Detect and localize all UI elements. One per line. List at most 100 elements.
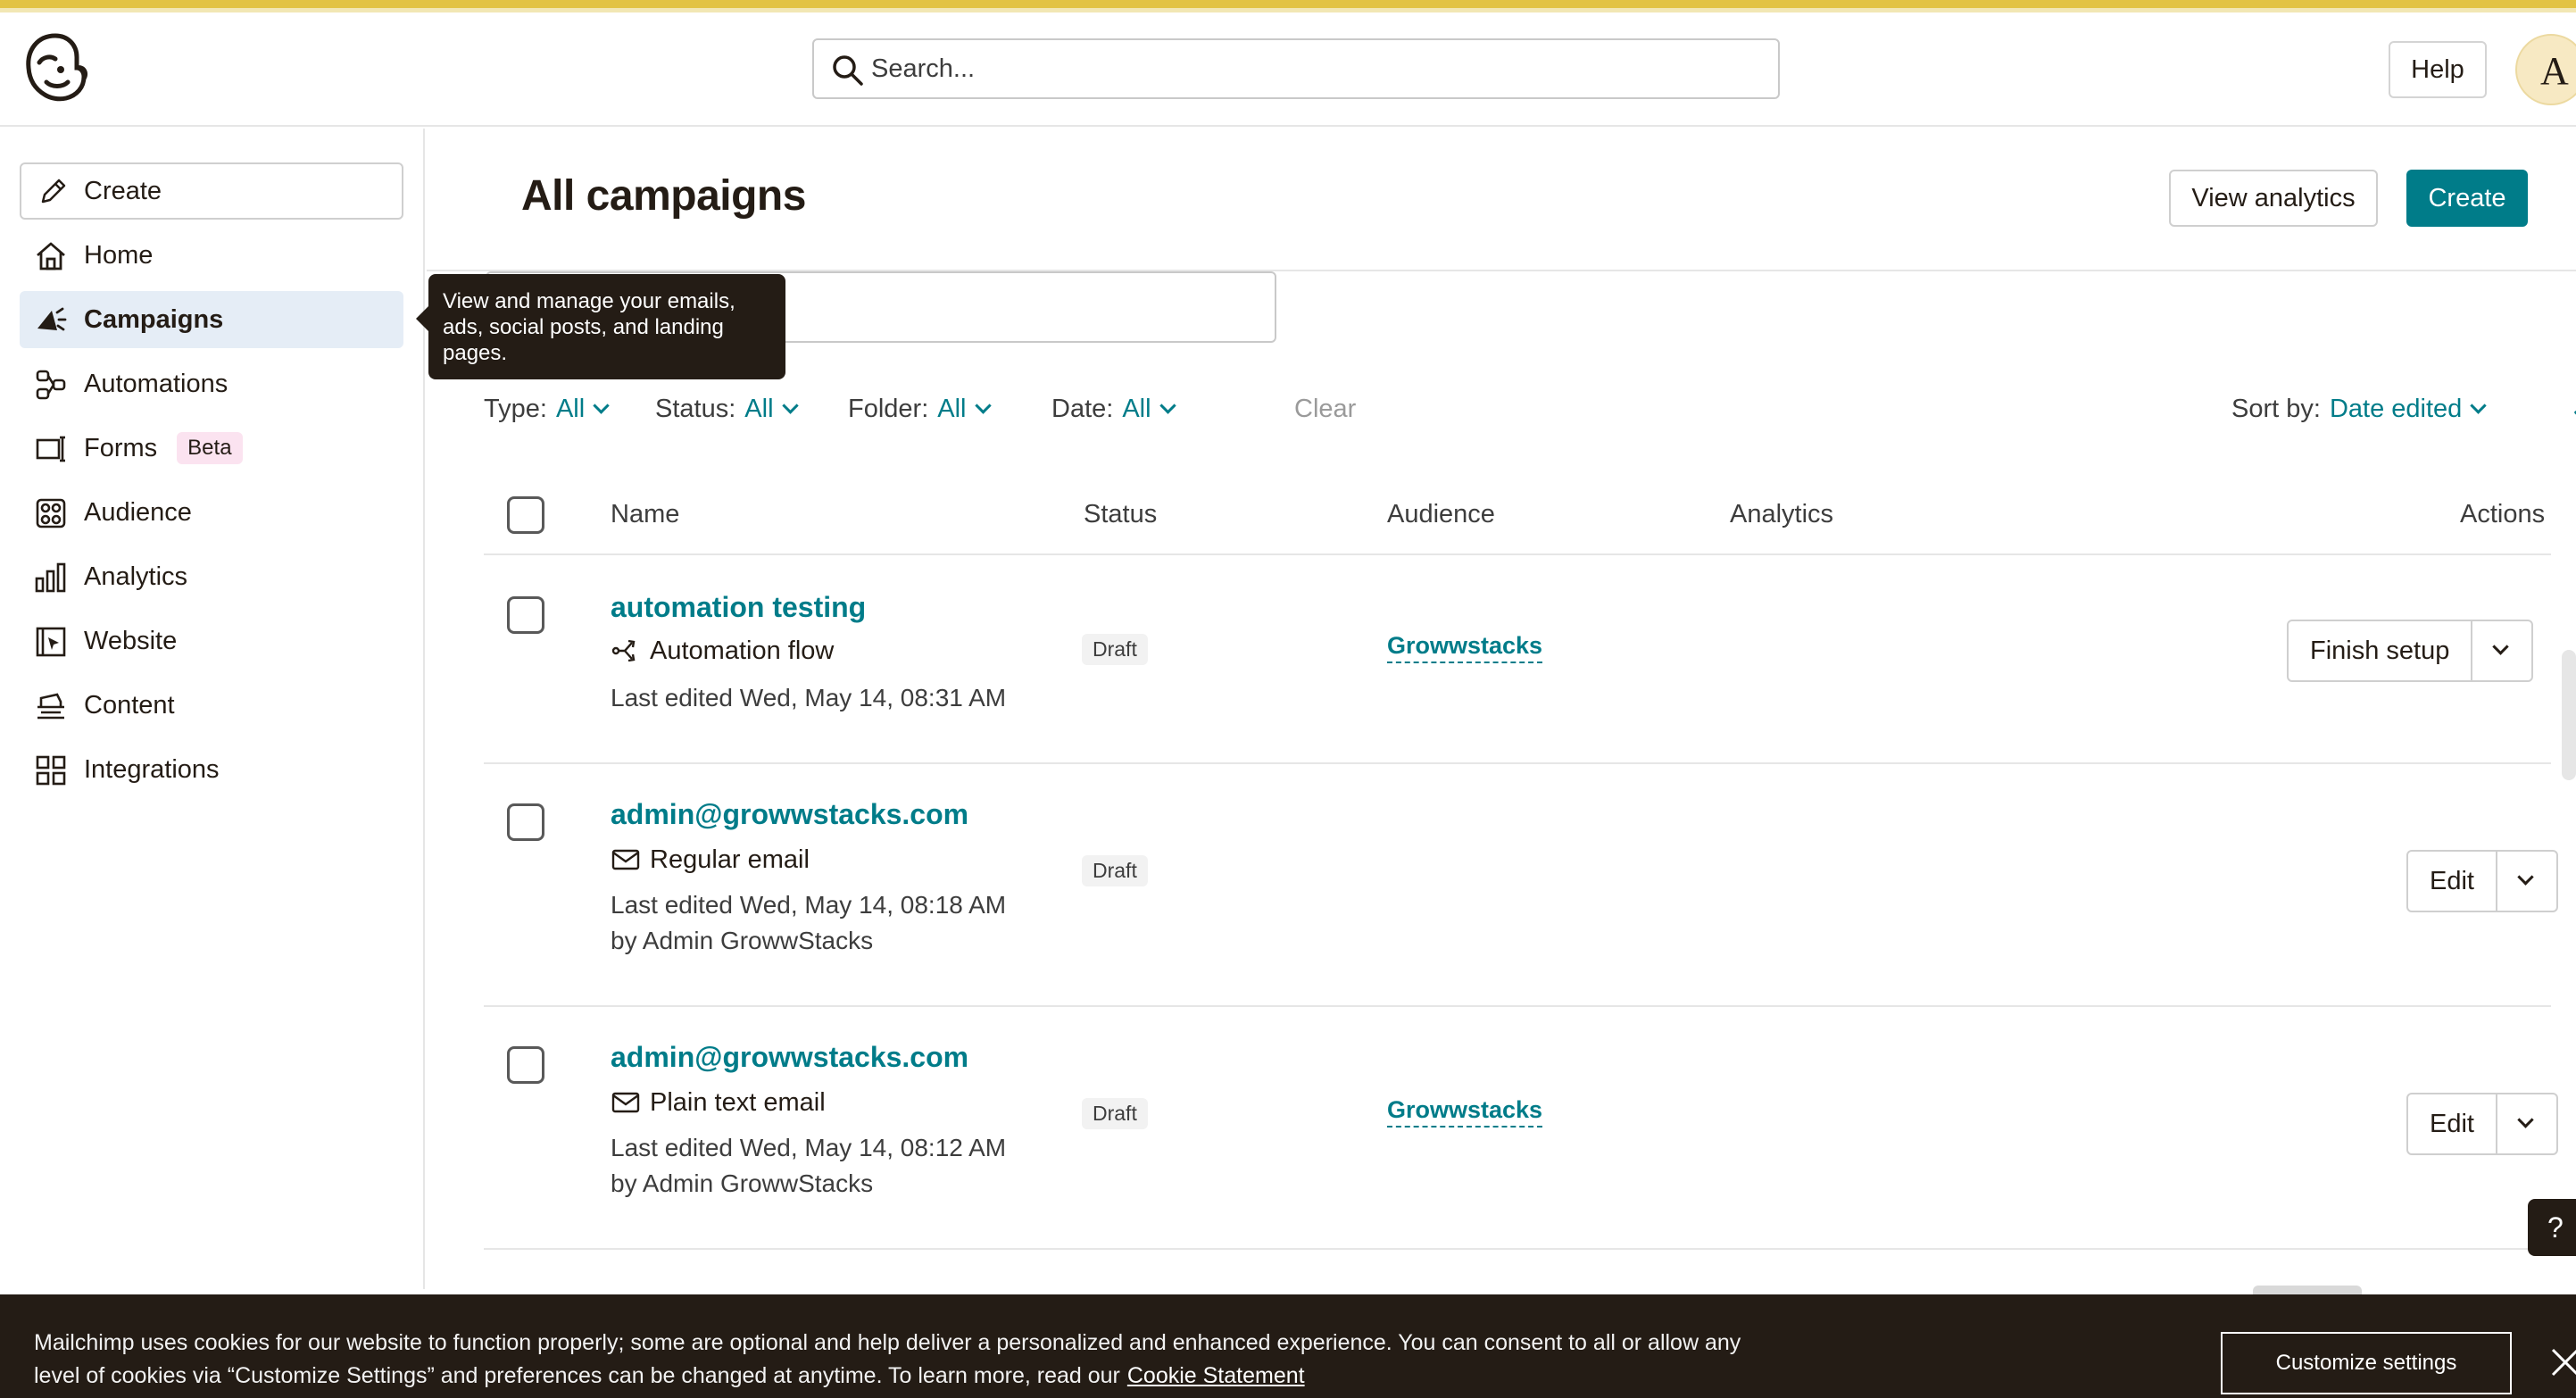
campaign-last-edited-date: Last edited Wed, May 14, 08:18 AM: [611, 891, 1007, 919]
content-icon: [37, 693, 64, 720]
audience-link[interactable]: Growwstacks: [1387, 632, 1543, 663]
view-analytics-button[interactable]: View analytics: [2169, 170, 2378, 227]
campaign-last-edited: Last edited Wed, May 14, 08:18 AM by Adm…: [611, 887, 1006, 959]
integrations-icon: [36, 755, 66, 786]
envelope-icon: [611, 1092, 640, 1113]
campaign-last-edited: Last edited Wed, May 14, 08:31 AM: [611, 684, 1007, 711]
folder-filter[interactable]: Folder: All: [848, 395, 992, 424]
create-campaign-button[interactable]: Create: [2406, 170, 2528, 227]
more-actions-button[interactable]: [2472, 621, 2531, 680]
table-row: admin@growwstacks.com Regular email Last…: [484, 764, 2558, 1007]
clear-filters-button[interactable]: Clear: [1294, 395, 1356, 424]
campaign-last-edited: Last edited Wed, May 14, 08:12 AM by Adm…: [611, 1130, 1006, 1202]
table-row: automation testing Automation flow Last …: [484, 555, 2551, 764]
sidebar-item-label: Campaigns: [84, 304, 224, 334]
type-filter[interactable]: Type: All: [484, 395, 610, 424]
more-actions-button[interactable]: [2497, 852, 2556, 911]
avatar[interactable]: A: [2515, 34, 2576, 105]
sidebar-item-label: Forms: [84, 433, 158, 462]
edit-button[interactable]: Edit: [2408, 1094, 2497, 1153]
sidebar-item-automations[interactable]: Automations: [20, 355, 403, 412]
cookie-message: Mailchimp uses cookies for our website t…: [34, 1330, 1741, 1388]
sort-by-control[interactable]: Sort by: Date edited: [2231, 395, 2487, 424]
status-badge: Draft: [1082, 1098, 1148, 1129]
filter-bar: Type: All Status: All Folder: All Date: All …: [484, 395, 2576, 430]
column-actions: Actions: [2460, 500, 2546, 528]
status-filter[interactable]: Status: All: [655, 395, 799, 424]
sidebar-item-label: Analytics: [84, 562, 188, 591]
row-actions: Finish setup: [2287, 620, 2534, 682]
sidebar-item-label: Website: [84, 626, 178, 655]
brand-stripe: [0, 0, 2576, 12]
search-icon: [833, 55, 863, 86]
sidebar-item-campaigns[interactable]: Campaigns: [20, 291, 403, 348]
finish-setup-button[interactable]: Finish setup: [2289, 621, 2473, 680]
status-filter-label: Status:: [655, 395, 736, 423]
cookie-banner: Mailchimp uses cookies for our website t…: [0, 1294, 2576, 1398]
audience-link[interactable]: Growwstacks: [1387, 1096, 1543, 1128]
sidebar-item-label: Home: [84, 240, 154, 270]
sidebar-item-label: Content: [84, 690, 175, 720]
campaign-type-label: Regular email: [650, 845, 810, 874]
sidebar-item-home[interactable]: Home: [20, 227, 403, 284]
date-filter-label: Date:: [1051, 395, 1114, 423]
campaign-type: Automation flow: [611, 636, 834, 666]
chevron-down-icon: [2517, 1111, 2534, 1128]
column-status: Status: [1084, 500, 1158, 528]
close-icon[interactable]: [2547, 1344, 2576, 1380]
campaign-type-label: Plain text email: [650, 1087, 826, 1117]
global-search[interactable]: [812, 38, 1780, 99]
campaigns-table: Name Status Audience Analytics Actions a…: [484, 477, 2558, 1250]
table-header: Name Status Audience Analytics Actions: [484, 477, 2551, 555]
sidebar-item-integrations[interactable]: Integrations: [20, 741, 403, 798]
type-filter-label: Type:: [484, 395, 547, 423]
search-input[interactable]: [871, 47, 1764, 90]
sort-direction-icon[interactable]: [2567, 393, 2576, 429]
sidebar-item-label: Automations: [84, 369, 229, 398]
row-checkbox[interactable]: [507, 803, 544, 841]
chevron-down-icon: [593, 397, 610, 414]
sidebar: Create Home Campaigns Automations Forms …: [0, 129, 425, 1289]
date-filter[interactable]: Date: All: [1051, 395, 1176, 424]
megaphone-icon: [37, 307, 67, 331]
row-checkbox[interactable]: [507, 596, 544, 634]
campaign-type: Regular email: [611, 845, 810, 875]
sidebar-item-analytics[interactable]: Analytics: [20, 548, 403, 605]
chevron-down-icon: [974, 397, 992, 414]
automation-flow-icon: [611, 639, 636, 662]
page-title: All campaigns: [521, 172, 806, 220]
sort-by-label: Sort by:: [2231, 395, 2321, 423]
column-analytics: Analytics: [1730, 500, 1834, 528]
cookie-statement-link[interactable]: Cookie Statement: [1127, 1363, 1305, 1388]
customize-settings-button[interactable]: Customize settings: [2221, 1332, 2512, 1394]
floating-help-button[interactable]: ?: [2528, 1199, 2576, 1256]
sidebar-item-website[interactable]: Website: [20, 612, 403, 670]
sidebar-item-content[interactable]: Content: [20, 677, 403, 734]
page-scrollbar-thumb[interactable]: [2562, 650, 2576, 780]
column-name: Name: [611, 500, 680, 528]
campaign-edited-by: by Admin GrowwStacks: [611, 927, 874, 954]
home-icon: [37, 242, 65, 270]
sidebar-item-audience[interactable]: Audience: [20, 484, 403, 541]
campaign-name-link[interactable]: admin@growwstacks.com: [611, 798, 968, 831]
edit-button[interactable]: Edit: [2408, 852, 2497, 911]
campaign-edited-by: by Admin GrowwStacks: [611, 1169, 874, 1197]
mailchimp-logo-icon[interactable]: [20, 30, 91, 107]
bar-chart-icon: [35, 562, 66, 593]
campaign-type: Plain text email: [611, 1087, 826, 1118]
help-button[interactable]: Help: [2389, 41, 2487, 98]
row-checkbox[interactable]: [507, 1046, 544, 1084]
select-all-checkbox[interactable]: [507, 496, 544, 534]
campaign-last-edited-date: Last edited Wed, May 14, 08:12 AM: [611, 1134, 1007, 1161]
audience-icon: [36, 498, 66, 528]
pencil-icon: [41, 179, 66, 204]
chevron-down-icon: [1159, 397, 1176, 414]
sidebar-item-forms[interactable]: Forms Beta: [20, 420, 403, 477]
date-filter-value: All: [1122, 395, 1151, 423]
more-actions-button[interactable]: [2497, 1094, 2556, 1153]
campaign-name-link[interactable]: admin@growwstacks.com: [611, 1041, 968, 1074]
cookie-text: Mailchimp uses cookies for our website t…: [34, 1327, 1783, 1393]
sidebar-create-button[interactable]: Create: [20, 162, 403, 220]
row-actions: Edit: [2406, 850, 2558, 912]
campaign-name-link[interactable]: automation testing: [611, 591, 866, 624]
